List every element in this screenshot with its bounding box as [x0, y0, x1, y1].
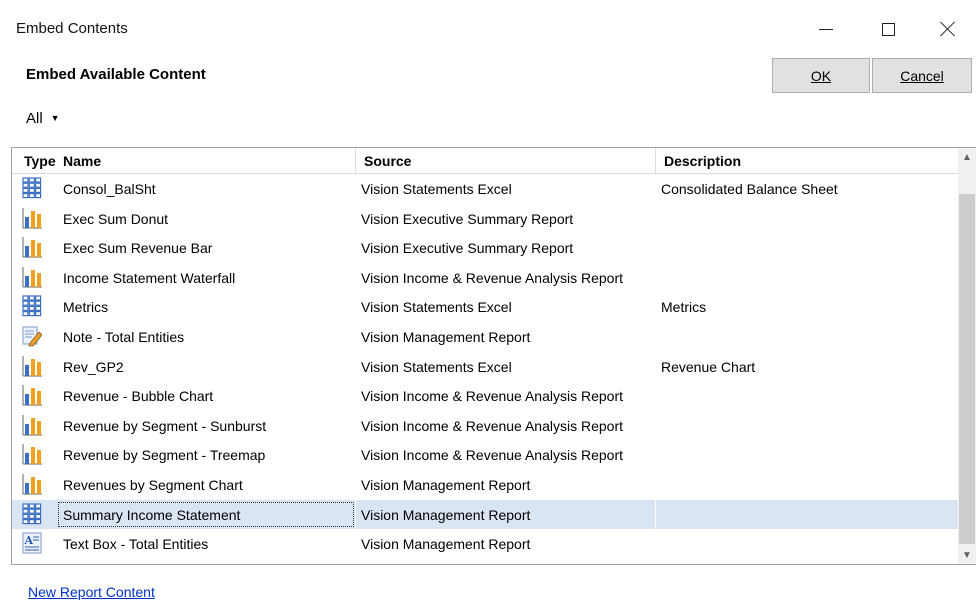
grid-icon: [22, 177, 42, 199]
column-divider: [355, 499, 356, 530]
cell-source: Vision Statements Excel: [361, 358, 512, 375]
cell-source: Vision Management Report: [361, 477, 531, 493]
cell-name: Summary Income Statement: [63, 506, 241, 523]
svg-text:A: A: [24, 534, 34, 547]
close-icon: [940, 21, 956, 37]
cell-name: Metrics: [63, 299, 109, 316]
bar-chart-icon: [22, 384, 42, 406]
cell-name: Exec Sum Revenue Bar: [63, 240, 213, 257]
table-row[interactable]: Revenue - Bubble Chart Vision Income & Re…: [12, 381, 959, 411]
dropdown-caret-icon: ▼: [50, 113, 60, 123]
table-row[interactable]: Metrics Vision Statements Excel Metrics: [12, 292, 959, 322]
scroll-up-arrow-icon[interactable]: ▲: [958, 148, 976, 166]
cell-name: Consol_BalSht: [63, 181, 156, 197]
cell-source: Vision Income & Revenue Analysis Report: [361, 417, 623, 434]
cell-name: Income Statement Waterfall: [63, 269, 236, 286]
cell-source: Vision Executive Summary Report: [361, 240, 574, 257]
table-row[interactable]: Revenues by Segment Chart Vision Manageme…: [12, 470, 959, 500]
new-report-content-link[interactable]: New Report Content: [28, 584, 155, 600]
cell-source: Vision Income & Revenue Analysis Report: [361, 447, 623, 464]
cell-description: Metrics: [661, 299, 707, 316]
column-header-name[interactable]: Name: [63, 153, 101, 169]
cell-name: Exec Sum Donut: [63, 210, 169, 227]
ok-button-label: OK: [810, 67, 832, 84]
bar-chart-icon: [22, 473, 42, 495]
cancel-button-label: Cancel: [900, 67, 944, 84]
bar-chart-icon: [22, 236, 42, 258]
content-grid[interactable]: Type Name Source Description Consol_BalS…: [11, 147, 976, 565]
table-row[interactable]: Revenue by Segment - Treemap Vision Incom…: [12, 440, 959, 470]
table-row[interactable]: Income Statement Waterfall Vision Income …: [12, 263, 959, 293]
bar-chart-icon: [22, 207, 42, 229]
cell-source: Vision Income & Revenue Analysis Report: [361, 269, 623, 286]
dialog-heading: Embed Available Content: [26, 66, 206, 83]
scrollbar-thumb[interactable]: [959, 194, 975, 544]
bar-chart-icon: [22, 266, 42, 288]
vertical-scrollbar[interactable]: ▲ ▼: [958, 148, 976, 564]
cell-description: Revenue Chart: [661, 358, 756, 375]
note-icon: [22, 325, 42, 347]
table-row[interactable]: Note - Total Entities Vision Management R…: [12, 322, 959, 352]
column-divider[interactable]: [355, 148, 356, 174]
table-row[interactable]: Consol_BalSht Vision Statements Excel Cons…: [12, 174, 959, 204]
scroll-down-arrow-icon[interactable]: ▼: [958, 546, 976, 564]
title-bar: Embed Contents: [8, 8, 976, 50]
cell-name: Revenue by Segment - Treemap: [63, 447, 266, 464]
cell-description: Consolidated Balance Sheet: [661, 181, 838, 197]
type-filter-value: All: [26, 109, 43, 127]
type-filter-dropdown[interactable]: All ▼: [18, 104, 68, 132]
cell-source: Vision Statements Excel: [361, 299, 512, 316]
cell-name: Rev_GP2: [63, 358, 124, 375]
bar-chart-icon: [22, 443, 42, 465]
cancel-button[interactable]: Cancel: [872, 58, 972, 93]
column-header-description[interactable]: Description: [664, 153, 741, 169]
table-row[interactable]: A Text Box - Total Entities Vision Managem…: [12, 529, 959, 559]
maximize-icon: [881, 22, 895, 36]
table-row[interactable]: Summary Income Statement Vision Managemen…: [12, 499, 959, 530]
cell-source: Vision Statements Excel: [361, 181, 512, 197]
table-row[interactable]: Rev_GP2 Vision Statements Excel Revenue Ch…: [12, 352, 959, 382]
cell-name: Revenue by Segment - Sunburst: [63, 417, 267, 434]
cell-source: Vision Management Report: [361, 536, 531, 553]
grid-icon: [22, 295, 42, 317]
cell-source: Vision Management Report: [361, 329, 531, 345]
column-divider[interactable]: [655, 148, 656, 174]
ok-button[interactable]: OK: [772, 58, 870, 93]
table-row[interactable]: Revenue by Segment - Sunburst Vision Inco…: [12, 411, 959, 441]
cell-name: Revenue - Bubble Chart: [63, 388, 214, 405]
cell-source: Vision Income & Revenue Analysis Report: [361, 388, 623, 405]
table-row[interactable]: Exec Sum Donut Vision Executive Summary R…: [12, 204, 959, 234]
maximize-button[interactable]: [864, 8, 912, 50]
cell-source: Vision Management Report: [361, 506, 531, 523]
text-box-icon: A: [22, 532, 42, 554]
close-button[interactable]: [924, 8, 972, 50]
column-header-type[interactable]: Type: [24, 153, 56, 169]
grid-icon: [22, 502, 42, 525]
cell-name: Revenues by Segment Chart: [63, 477, 243, 493]
window-title: Embed Contents: [16, 20, 128, 37]
minimize-button[interactable]: [802, 8, 850, 50]
bar-chart-icon: [22, 355, 42, 377]
column-header-source[interactable]: Source: [364, 153, 411, 169]
cell-name: Text Box - Total Entities: [63, 536, 209, 553]
bar-chart-icon: [22, 414, 42, 436]
grid-header: Type Name Source Description: [12, 148, 959, 174]
cell-source: Vision Executive Summary Report: [361, 210, 574, 227]
minimize-icon: [819, 28, 833, 30]
column-divider: [655, 499, 656, 530]
table-row[interactable]: Exec Sum Revenue Bar Vision Executive Sum…: [12, 233, 959, 263]
cell-name: Note - Total Entities: [63, 329, 185, 345]
